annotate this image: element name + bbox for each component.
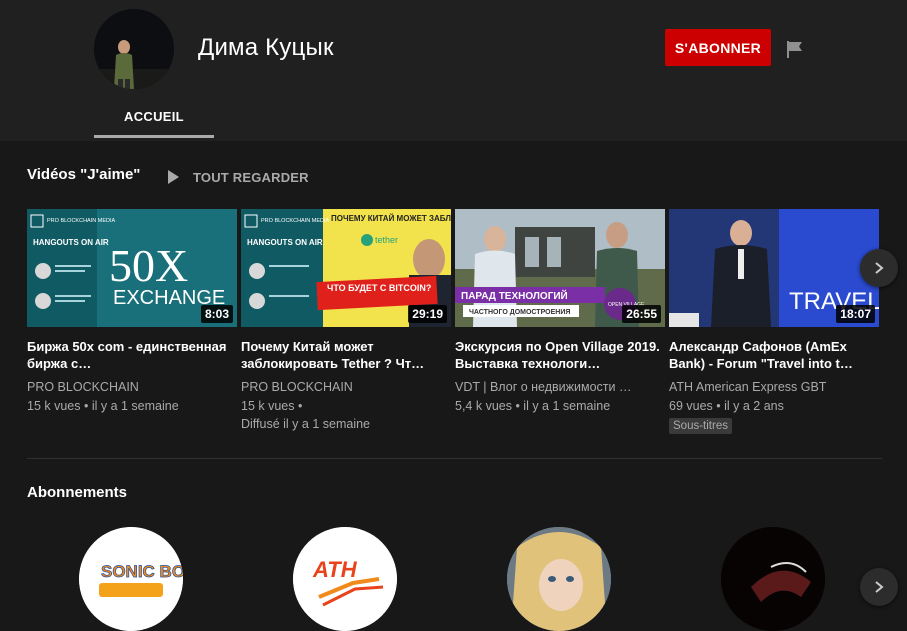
thumb-hangouts: HANGOUTS ON AIR xyxy=(33,238,109,247)
thumb-banner-sub: ЧАСТНОГО ДОМОСТРОЕНИЯ xyxy=(469,309,570,316)
thumb-brand: PRO BLOCKCHAIN MEDIA xyxy=(47,218,115,224)
video-card[interactable]: TRAVEL 18:07 Александр Сафонов (AmEx Ban… xyxy=(669,209,879,434)
duration-badge: 29:19 xyxy=(408,305,447,323)
subscription-logo: ATH xyxy=(293,527,397,631)
channel-avatar[interactable] xyxy=(94,9,174,89)
video-thumbnail[interactable]: PRO BLOCKCHAIN MEDIA HANGOUTS ON AIR 50X… xyxy=(27,209,237,327)
duration-badge: 8:03 xyxy=(200,305,233,323)
subscription-avatar[interactable]: SONIC BOOM xyxy=(79,527,183,631)
chevron-right-icon xyxy=(875,581,884,593)
subscription-logo: SONIC BOOM xyxy=(79,527,183,631)
duration-badge: 18:07 xyxy=(836,305,875,323)
thumb-brand: PRO BLOCKCHAIN MEDIA xyxy=(261,218,329,224)
flag-icon[interactable] xyxy=(784,38,806,60)
channel-name: Дима Куцык xyxy=(198,34,334,61)
play-icon xyxy=(168,170,179,184)
video-meta: 15 k vues • il y a 1 semaine xyxy=(27,399,179,413)
video-meta: 69 vues • il y a 2 ans xyxy=(669,399,784,413)
subscription-photo xyxy=(721,527,825,631)
video-channel[interactable]: VDT | Влог о недвижимости … xyxy=(455,380,661,394)
thumb-hangouts: HANGOUTS ON AIR xyxy=(247,238,323,247)
liked-section-title: Vidéos "J'aime" xyxy=(27,166,141,183)
tab-home-label: ACCUEIL xyxy=(124,109,184,124)
thumb-big: 50X xyxy=(109,240,188,291)
video-title[interactable]: Биржа 50x com - единственная биржа с… xyxy=(27,338,233,372)
video-thumbnail[interactable]: TRAVEL 18:07 xyxy=(669,209,879,327)
video-thumbnail[interactable]: ПАРАД ТЕХНОЛОГИЙ ЧАСТНОГО ДОМОСТРОЕНИЯ O… xyxy=(455,209,665,327)
avatar-photo xyxy=(94,9,174,89)
next-subscriptions-button[interactable] xyxy=(860,568,898,606)
duration-badge: 26:55 xyxy=(622,305,661,323)
video-card[interactable]: PRO BLOCKCHAIN MEDIA HANGOUTS ON AIR 50X… xyxy=(27,209,237,415)
tab-active-indicator xyxy=(94,135,214,138)
video-meta: 15 k vues • xyxy=(241,399,303,413)
video-channel[interactable]: PRO BLOCKCHAIN xyxy=(27,380,233,394)
thumb-banner: ПАРАД ТЕХНОЛОГИЙ xyxy=(461,289,568,302)
tab-home[interactable]: ACCUEIL xyxy=(94,96,214,140)
thumb-red-banner: ЧТО БУДЕТ С BITCOIN? xyxy=(327,283,431,293)
video-thumbnail[interactable]: PRO BLOCKCHAIN MEDIA HANGOUTS ON AIR ПОЧ… xyxy=(241,209,451,327)
chevron-right-icon xyxy=(875,262,884,274)
subscription-avatar[interactable]: ATH xyxy=(293,527,397,631)
next-videos-button[interactable] xyxy=(860,249,898,287)
subscriptions-section-title: Abonnements xyxy=(27,484,128,501)
subscription-avatar[interactable] xyxy=(507,527,611,631)
play-all-button[interactable]: TOUT REGARDER xyxy=(168,167,309,187)
subtitles-badge: Sous-titres xyxy=(669,418,732,434)
video-title[interactable]: Александр Сафонов (AmEx Bank) - Forum "T… xyxy=(669,338,875,372)
video-card[interactable]: PRO BLOCKCHAIN MEDIA HANGOUTS ON AIR ПОЧ… xyxy=(241,209,451,433)
play-all-label: TOUT REGARDER xyxy=(193,169,309,185)
subscription-photo xyxy=(507,527,611,631)
video-meta: 5,4 k vues • il y a 1 semaine xyxy=(455,399,611,413)
subscription-logo-text: ATH xyxy=(312,557,358,582)
video-title[interactable]: Почему Китай может заблокировать Tether … xyxy=(241,338,447,372)
video-channel[interactable]: PRO BLOCKCHAIN xyxy=(241,380,447,394)
thumb-tether: tether xyxy=(375,235,398,245)
video-title[interactable]: Экскурсия по Open Village 2019. Выставка… xyxy=(455,338,661,372)
subscription-avatar[interactable] xyxy=(721,527,825,631)
subscribe-button[interactable]: S'ABONNER xyxy=(665,29,771,66)
subscription-logo-text: SONIC BOOM xyxy=(101,562,183,581)
video-card[interactable]: ПАРАД ТЕХНОЛОГИЙ ЧАСТНОГО ДОМОСТРОЕНИЯ O… xyxy=(455,209,665,415)
video-meta-streamed: Diffusé il y a 1 semaine xyxy=(241,417,370,431)
section-divider xyxy=(27,458,882,459)
channel-header: Дима Куцык S'ABONNER ACCUEIL xyxy=(0,0,907,141)
thumb-question: ПОЧЕМУ КИТАЙ МОЖЕТ ЗАБЛОКИРОВАТЬ xyxy=(331,214,451,223)
video-channel[interactable]: ATH American Express GBT xyxy=(669,380,875,394)
